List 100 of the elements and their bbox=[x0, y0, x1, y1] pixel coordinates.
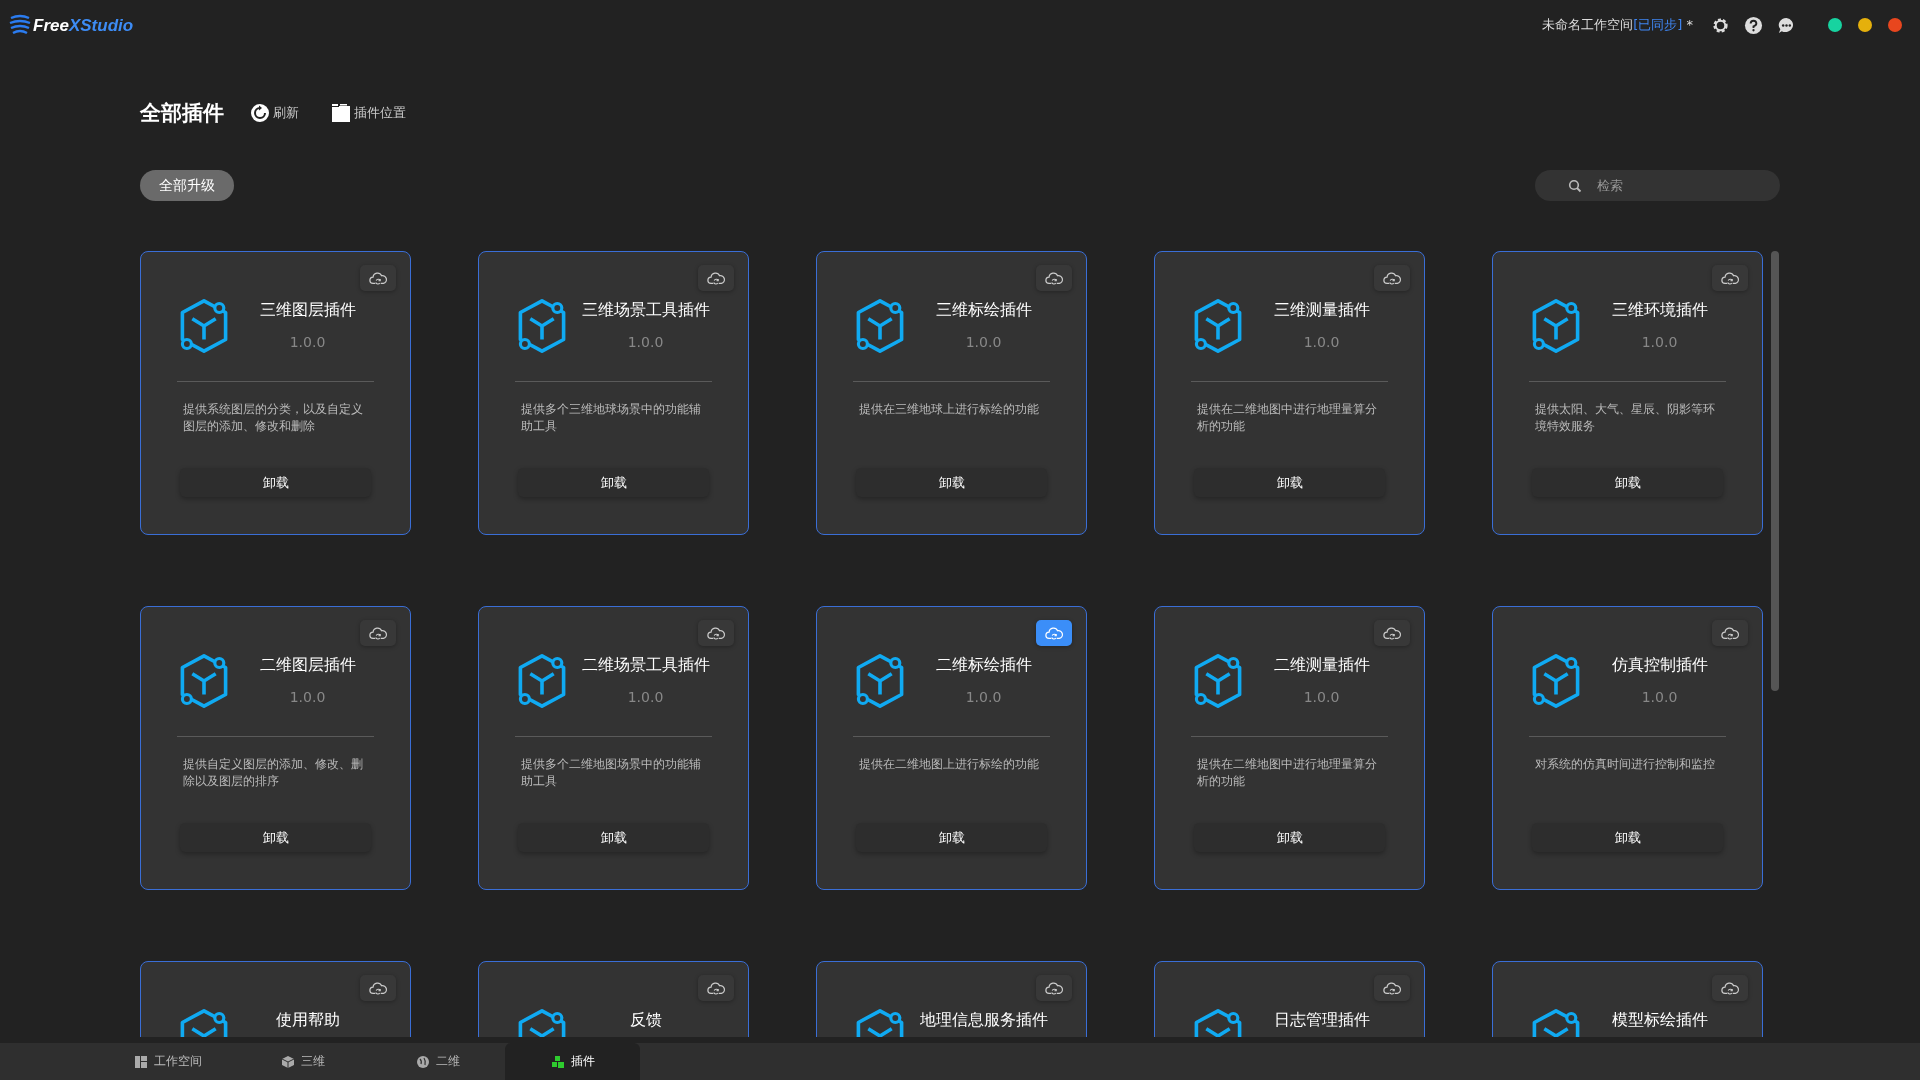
uninstall-button[interactable]: 卸载 bbox=[518, 468, 709, 497]
minimize-button[interactable] bbox=[1858, 18, 1872, 32]
cloud-icon bbox=[1720, 624, 1740, 642]
version-text: 1.0.0 bbox=[1303, 689, 1340, 705]
taskbar-tab[interactable]: 二维 bbox=[370, 1043, 505, 1080]
cloud-icon bbox=[706, 979, 726, 997]
plugin-description: 提供自定义图层的添加、修改、删除以及图层的排序 bbox=[182, 756, 364, 790]
cloud-update-button[interactable] bbox=[360, 975, 396, 1001]
layout-icon bbox=[133, 1054, 148, 1069]
cloud-icon bbox=[1382, 979, 1402, 997]
plugin-description: 提供在三维地球上进行标绘的功能 bbox=[858, 401, 1040, 418]
plugin-title: 反馈 bbox=[629, 1010, 662, 1031]
version-text: 1.0.0 bbox=[1641, 334, 1678, 350]
cloud-update-button[interactable] bbox=[1712, 975, 1748, 1001]
uninstall-button[interactable]: 卸载 bbox=[180, 468, 371, 497]
version-text: 1.0.0 bbox=[627, 689, 664, 705]
cloud-update-button[interactable] bbox=[1036, 975, 1072, 1001]
cloud-update-button[interactable] bbox=[1374, 620, 1410, 646]
globe-icon bbox=[415, 1054, 430, 1069]
version-text: 1.0.0 bbox=[627, 334, 664, 350]
uninstall-button[interactable]: 卸载 bbox=[1532, 823, 1723, 852]
cloud-icon bbox=[368, 979, 388, 997]
plugin-title: 三维场景工具插件 bbox=[581, 300, 710, 321]
cloud-update-button[interactable] bbox=[1374, 975, 1410, 1001]
version-text: 1.0.0 bbox=[289, 334, 326, 350]
plugin-title: 三维环境插件 bbox=[1611, 300, 1708, 321]
logo-text: FreeXStudio bbox=[33, 16, 134, 36]
close-button[interactable] bbox=[1888, 18, 1902, 32]
plugin-description: 提供多个二维地图场景中的功能辅助工具 bbox=[520, 756, 702, 790]
cloud-update-button[interactable] bbox=[1036, 265, 1072, 291]
scrollbar-thumb[interactable] bbox=[1771, 251, 1779, 691]
taskbar-tab[interactable]: 三维 bbox=[235, 1043, 370, 1080]
cloud-icon bbox=[706, 269, 726, 287]
plugin-description: 提供太阳、大气、星辰、阴影等环境特效服务 bbox=[1534, 401, 1716, 435]
settings-icon[interactable] bbox=[1711, 15, 1730, 35]
refresh-button[interactable]: 刷新 bbox=[250, 103, 299, 123]
cloud-icon bbox=[1382, 269, 1402, 287]
plugin-title: 三维测量插件 bbox=[1273, 300, 1370, 321]
folder-icon bbox=[331, 103, 351, 123]
plugin-title: 三维图层插件 bbox=[259, 300, 356, 321]
version-text: 1.0.0 bbox=[289, 689, 326, 705]
chat-icon[interactable] bbox=[1777, 15, 1796, 35]
uninstall-button[interactable]: 卸载 bbox=[1532, 468, 1723, 497]
cloud-update-button[interactable] bbox=[360, 265, 396, 291]
cloud-icon bbox=[706, 624, 726, 642]
cloud-icon bbox=[1044, 269, 1064, 287]
cloud-icon bbox=[368, 624, 388, 642]
cloud-update-button[interactable] bbox=[1374, 265, 1410, 291]
cloud-update-button[interactable] bbox=[698, 975, 734, 1001]
uninstall-button[interactable]: 卸载 bbox=[856, 468, 1047, 497]
cloud-update-button[interactable] bbox=[1712, 620, 1748, 646]
puzzle-icon bbox=[550, 1054, 565, 1069]
cloud-icon bbox=[1044, 624, 1064, 642]
cloud-update-button[interactable] bbox=[698, 620, 734, 646]
uninstall-button[interactable]: 卸载 bbox=[518, 823, 709, 852]
plugin-title: 二维图层插件 bbox=[259, 655, 356, 676]
page-title: 全部插件 bbox=[140, 100, 224, 127]
uninstall-button[interactable]: 卸载 bbox=[1194, 468, 1385, 497]
cloud-update-button[interactable] bbox=[1712, 265, 1748, 291]
plugin-location-button[interactable]: 插件位置 bbox=[331, 103, 406, 123]
plugin-description: 提供在二维地图中进行地理量算分析的功能 bbox=[1196, 756, 1378, 790]
uninstall-button[interactable]: 卸载 bbox=[1194, 823, 1385, 852]
plugin-description: 提供在二维地图上进行标绘的功能 bbox=[858, 756, 1040, 773]
version-text: 1.0.0 bbox=[965, 334, 1002, 350]
plugin-description: 提供多个三维地球场景中的功能辅助工具 bbox=[520, 401, 702, 435]
cloud-icon bbox=[1720, 269, 1740, 287]
plugin-description: 提供在二维地图中进行地理量算分析的功能 bbox=[1196, 401, 1378, 435]
cloud-icon bbox=[1720, 979, 1740, 997]
cloud-update-button[interactable] bbox=[698, 265, 734, 291]
refresh-icon bbox=[250, 103, 270, 123]
taskbar-tab[interactable]: 插件 bbox=[505, 1043, 640, 1080]
version-text: 1.0.0 bbox=[1303, 334, 1340, 350]
cloud-icon bbox=[368, 269, 388, 287]
logo-icon bbox=[9, 14, 31, 36]
version-text: 1.0.0 bbox=[1641, 689, 1678, 705]
cloud-icon bbox=[1044, 979, 1064, 997]
upgrade-all-button[interactable]: 全部升级 bbox=[140, 170, 234, 201]
plugin-title: 仿真控制插件 bbox=[1611, 655, 1708, 676]
maximize-button[interactable] bbox=[1828, 18, 1842, 32]
plugin-description: 对系统的仿真时间进行控制和监控 bbox=[1534, 756, 1716, 773]
cube-icon bbox=[280, 1054, 295, 1069]
search-field[interactable]: 检索 bbox=[1535, 170, 1780, 201]
plugin-title: 二维场景工具插件 bbox=[581, 655, 710, 676]
uninstall-button[interactable]: 卸载 bbox=[180, 823, 371, 852]
taskbar-tab[interactable]: 工作空间 bbox=[100, 1043, 235, 1080]
version-text: 1.0.0 bbox=[965, 689, 1002, 705]
plugin-title: 地理信息服务插件 bbox=[919, 1010, 1048, 1031]
workspace-name: 未命名工作空间[已同步] * bbox=[1542, 16, 1693, 34]
plugin-title: 三维标绘插件 bbox=[935, 300, 1032, 321]
cloud-update-button[interactable] bbox=[1036, 620, 1072, 646]
cloud-update-button[interactable] bbox=[360, 620, 396, 646]
help-icon[interactable] bbox=[1744, 15, 1763, 35]
uninstall-button[interactable]: 卸载 bbox=[856, 823, 1047, 852]
plugin-description: 提供系统图层的分类，以及自定义图层的添加、修改和删除 bbox=[182, 401, 364, 435]
plugin-title: 模型标绘插件 bbox=[1611, 1010, 1708, 1031]
plugin-title: 二维测量插件 bbox=[1273, 655, 1370, 676]
search-icon bbox=[1568, 179, 1582, 193]
plugin-title: 使用帮助 bbox=[275, 1010, 340, 1031]
cloud-icon bbox=[1382, 624, 1402, 642]
plugin-title: 二维标绘插件 bbox=[935, 655, 1032, 676]
